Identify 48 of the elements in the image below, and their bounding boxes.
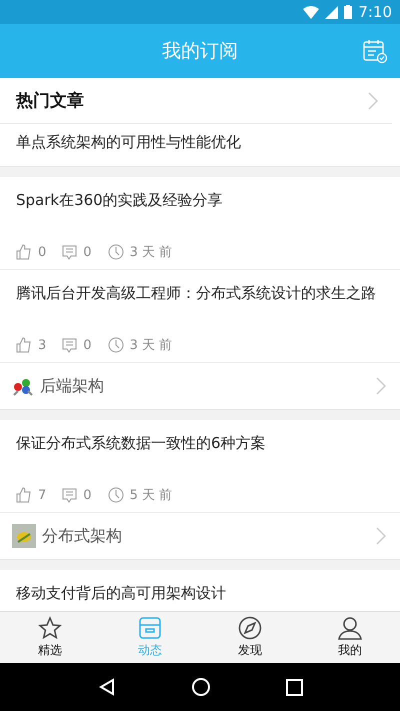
- nav-tab[interactable]: 我的: [300, 612, 400, 663]
- post-time: 5 天 前: [130, 487, 172, 504]
- article-title[interactable]: 移动支付背后的高可用架构设计: [16, 582, 384, 604]
- comment-icon: [62, 488, 78, 502]
- category-row[interactable]: 后端架构: [0, 363, 400, 409]
- article-link[interactable]: 单点系统架构的可用性与性能优化: [0, 124, 400, 166]
- archive-box-icon: [138, 616, 162, 640]
- status-time: 7:10: [358, 3, 392, 21]
- article-title[interactable]: 保证分布式系统数据一致性的6种方案: [16, 432, 384, 476]
- like-count: 3: [38, 338, 46, 352]
- category-name: 后端架构: [40, 376, 105, 396]
- chevron-right-icon: [376, 527, 386, 545]
- post-time: 3 天 前: [130, 337, 172, 354]
- category-name: 分布式架构: [42, 526, 123, 546]
- category-row[interactable]: 分布式架构: [0, 513, 400, 559]
- comment-count: 0: [83, 244, 92, 260]
- user-icon: [338, 616, 362, 640]
- section-title: 热门文章: [16, 90, 84, 112]
- comment-icon: [62, 338, 78, 352]
- clock-icon: [108, 244, 124, 260]
- compass-icon: [238, 616, 262, 640]
- home-icon[interactable]: [190, 677, 210, 697]
- battery-icon: [344, 5, 352, 19]
- signal-icon: [325, 6, 338, 18]
- photo-placeholder: [12, 524, 36, 548]
- back-icon[interactable]: [98, 678, 116, 696]
- clock-icon: [108, 337, 124, 353]
- nav-tab[interactable]: 发现: [200, 612, 300, 663]
- article-title[interactable]: Spark在360的实践及经验分享: [16, 189, 384, 233]
- chevron-right-icon: [368, 92, 378, 110]
- wifi-icon: [303, 6, 320, 18]
- comment-icon: [62, 244, 78, 260]
- post-time: 3 天 前: [130, 244, 172, 261]
- hot-articles-header[interactable]: 热门文章: [0, 78, 392, 124]
- like-count: 7: [38, 488, 46, 502]
- like-count: 0: [38, 244, 46, 260]
- nav-tab[interactable]: 精选: [0, 612, 100, 663]
- comment-count: 0: [83, 488, 92, 502]
- thumbs-up-icon: [16, 487, 32, 503]
- thumbs-up-icon: [16, 337, 32, 353]
- star-icon: [38, 616, 62, 640]
- comment-count: 0: [83, 338, 92, 352]
- article-title[interactable]: 腾讯后台开发高级工程师：分布式系统设计的求生之路: [16, 282, 384, 326]
- page-title: 我的订阅: [162, 39, 238, 64]
- thumbs-up-icon: [16, 244, 32, 260]
- clock-icon: [108, 487, 124, 503]
- chevron-right-icon: [376, 377, 386, 395]
- recents-icon[interactable]: [286, 678, 302, 696]
